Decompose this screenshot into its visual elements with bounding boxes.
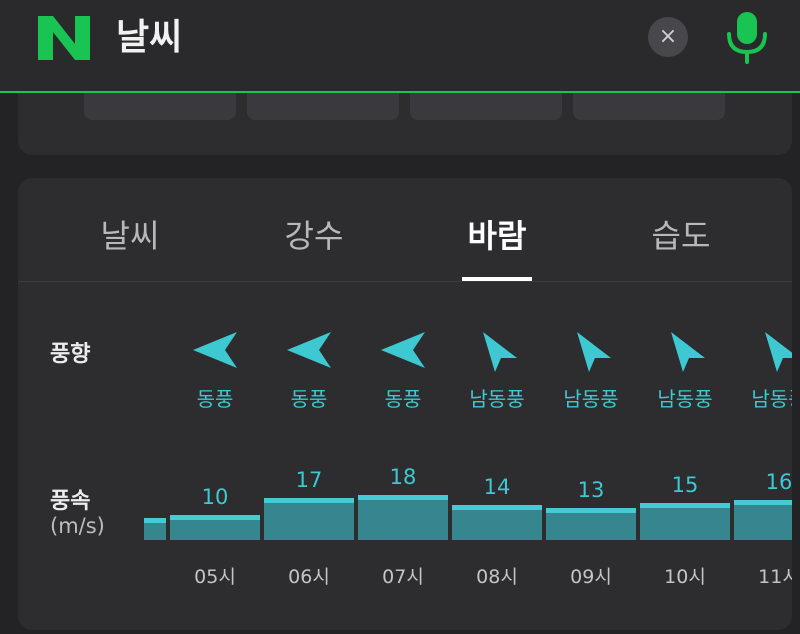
wind-speed-value: 10 (201, 485, 229, 509)
wind-speed-bar-cap (640, 502, 730, 508)
hour-label: 05시 (194, 566, 236, 588)
wind-direction-text: 동풍 (384, 387, 422, 411)
hour-label: 08시 (476, 566, 518, 588)
hourly-wind-column: 남동풍 14 08시 (450, 308, 544, 630)
wind-direction-text: 남동풍 (563, 387, 619, 411)
hour-label: 11시 (758, 566, 792, 588)
wind-speed-bar (640, 502, 730, 540)
east-wind-icon (144, 328, 145, 372)
weather-card: 날씨 강수 바람 습도 풍향 풍속 (m/s) 동풍시동풍1005시동풍1706… (18, 178, 792, 630)
wind-direction-text: 남동풍 (751, 387, 792, 411)
wind-speed-bar (358, 495, 448, 540)
wind-direction-text: 동풍 (196, 387, 234, 411)
east-wind-icon (193, 332, 237, 368)
wind-speed-label: 풍속 (50, 489, 91, 514)
wind-speed-value: 18 (389, 465, 417, 489)
east-wind-icon (381, 332, 425, 368)
wind-speed-value: 16 (765, 470, 792, 494)
hourly-wind-column: 동풍 17 06시 (262, 308, 356, 630)
wind-direction-text: 남동풍 (469, 387, 525, 411)
wind-speed-bar (170, 515, 260, 540)
wind-speed-unit: (m/s) (50, 514, 105, 538)
wind-direction-text: 동풍 (290, 387, 328, 411)
tab-precipitation[interactable]: 강수 (254, 214, 374, 258)
hour-label: 06시 (288, 566, 330, 588)
southeast-wind-icon (765, 332, 792, 372)
wind-speed-bar-cap (144, 517, 166, 523)
wind-speed-value: 14 (483, 475, 511, 499)
wind-speed-bar (734, 500, 792, 540)
wind-speed-bar-cap (734, 500, 792, 505)
wind-speed-bar-cap (358, 495, 448, 500)
close-icon: × (658, 24, 678, 49)
hour-label: 10시 (664, 566, 706, 588)
wind-speed-bar-cap (452, 505, 542, 510)
southeast-wind-icon (483, 332, 517, 372)
hourly-wind-column: 남동풍 16 11시 (732, 308, 792, 630)
microphone-icon[interactable] (722, 8, 772, 64)
search-query[interactable]: 날씨 (116, 16, 182, 60)
wind-speed-value: 17 (295, 467, 323, 492)
wind-speed-bar (546, 507, 636, 540)
wind-direction-text: 동풍 (144, 383, 168, 412)
hourly-wind-column: 남동풍 13 09시 (544, 308, 638, 630)
active-tab-indicator (462, 277, 532, 281)
naver-logo-icon[interactable] (38, 16, 90, 60)
clear-search-button[interactable]: × (648, 17, 688, 57)
wind-speed-value: 13 (577, 477, 605, 502)
tab-weather[interactable]: 날씨 (70, 214, 190, 258)
wind-speed-value: 15 (671, 472, 699, 497)
wind-direction-label: 풍향 (50, 342, 91, 367)
hourly-wind-column: 동풍 18 07시 (356, 308, 450, 630)
weather-tabs: 날씨 강수 바람 습도 (18, 178, 792, 282)
wind-speed-bar (452, 505, 542, 540)
wind-speed-bar-cap (264, 497, 354, 503)
wind-speed-bar-cap (546, 507, 636, 513)
hourly-wind-column: 동풍시 (144, 308, 168, 630)
tab-humidity[interactable]: 습도 (621, 214, 741, 258)
hourly-wind-strip[interactable]: 동풍시동풍1005시동풍1706시동풍1807시남동풍1408시남동풍1309시… (144, 308, 792, 630)
wind-speed-bar-cap (170, 515, 260, 520)
hour-label: 09시 (570, 566, 612, 588)
wind-speed-bar (264, 497, 354, 540)
hour-label: 07시 (382, 566, 424, 588)
east-wind-icon (287, 332, 331, 368)
hourly-wind-column: 동풍 10 05시 (168, 308, 262, 630)
wind-direction-text: 남동풍 (657, 387, 713, 411)
southeast-wind-icon (671, 332, 705, 372)
wind-speed-bar (144, 517, 166, 540)
search-header: 날씨 × (0, 0, 800, 93)
tab-wind[interactable]: 바람 (437, 214, 557, 258)
southeast-wind-icon (577, 332, 611, 372)
hourly-wind-column: 남동풍 15 10시 (638, 308, 732, 630)
hour-label: 시 (144, 562, 168, 589)
